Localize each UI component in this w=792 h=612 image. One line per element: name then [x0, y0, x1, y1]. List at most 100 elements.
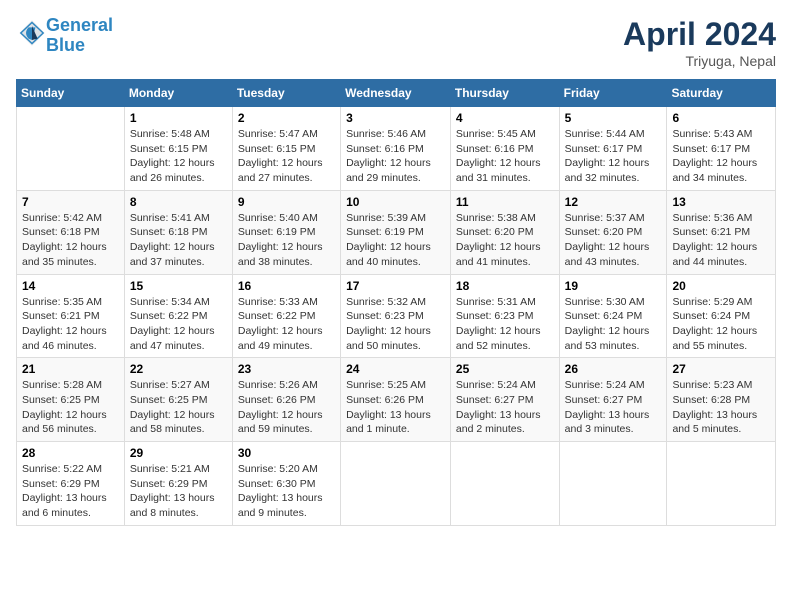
- calendar-cell: 23 Sunrise: 5:26 AM Sunset: 6:26 PM Dayli…: [232, 358, 340, 442]
- day-info: Sunrise: 5:41 AM Sunset: 6:18 PM Dayligh…: [130, 211, 227, 270]
- calendar-cell: [450, 442, 559, 526]
- day-number: 7: [22, 195, 119, 209]
- day-number: 30: [238, 446, 335, 460]
- calendar-cell: 8Sunrise: 5:41 AM Sunset: 6:18 PM Daylig…: [124, 190, 232, 274]
- calendar-cell: 28Sunrise: 5:22 AM Sunset: 6:29 PM Dayli…: [17, 442, 125, 526]
- day-info: Sunrise: 5:47 AM Sunset: 6:15 PM Dayligh…: [238, 127, 335, 186]
- day-number: 29: [130, 446, 227, 460]
- day-info: Sunrise: 5:32 AM Sunset: 6:23 PM Dayligh…: [346, 295, 445, 354]
- day-info: Sunrise: 5:43 AM Sunset: 6:17 PM Dayligh…: [672, 127, 770, 186]
- day-info: Sunrise: 5:38 AM Sunset: 6:20 PM Dayligh…: [456, 211, 554, 270]
- calendar-cell: 3 Sunrise: 5:46 AM Sunset: 6:16 PM Daylig…: [341, 107, 451, 191]
- calendar-week-row: 14 Sunrise: 5:35 AM Sunset: 6:21 PM Dayli…: [17, 274, 776, 358]
- day-info: Sunrise: 5:36 AM Sunset: 6:21 PM Dayligh…: [672, 211, 770, 270]
- calendar-cell: 9 Sunrise: 5:40 AM Sunset: 6:19 PM Daylig…: [232, 190, 340, 274]
- day-info: Sunrise: 5:33 AM Sunset: 6:22 PM Dayligh…: [238, 295, 335, 354]
- calendar-cell: 16 Sunrise: 5:33 AM Sunset: 6:22 PM Dayli…: [232, 274, 340, 358]
- calendar-cell: 27 Sunrise: 5:23 AM Sunset: 6:28 PM Dayli…: [667, 358, 776, 442]
- calendar-cell: 12 Sunrise: 5:37 AM Sunset: 6:20 PM Dayli…: [559, 190, 667, 274]
- day-number: 28: [22, 446, 119, 460]
- day-number: 9: [238, 195, 335, 209]
- weekday-header: Wednesday: [341, 80, 451, 107]
- day-info: Sunrise: 5:46 AM Sunset: 6:16 PM Dayligh…: [346, 127, 445, 186]
- day-info: Sunrise: 5:45 AM Sunset: 6:16 PM Dayligh…: [456, 127, 554, 186]
- day-number: 20: [672, 279, 770, 293]
- calendar-cell: 2 Sunrise: 5:47 AM Sunset: 6:15 PM Daylig…: [232, 107, 340, 191]
- logo-line1: General: [46, 15, 113, 35]
- day-number: 18: [456, 279, 554, 293]
- calendar-cell: [341, 442, 451, 526]
- calendar-cell: 19 Sunrise: 5:30 AM Sunset: 6:24 PM Dayli…: [559, 274, 667, 358]
- page-header: General Blue April 2024 Triyuga, Nepal: [16, 16, 776, 69]
- location-subtitle: Triyuga, Nepal: [623, 53, 776, 69]
- calendar-week-row: 28Sunrise: 5:22 AM Sunset: 6:29 PM Dayli…: [17, 442, 776, 526]
- day-number: 15: [130, 279, 227, 293]
- calendar-cell: 1 Sunrise: 5:48 AM Sunset: 6:15 PM Daylig…: [124, 107, 232, 191]
- day-info: Sunrise: 5:20 AM Sunset: 6:30 PM Dayligh…: [238, 462, 335, 521]
- day-info: Sunrise: 5:40 AM Sunset: 6:19 PM Dayligh…: [238, 211, 335, 270]
- day-number: 25: [456, 362, 554, 376]
- day-number: 12: [565, 195, 662, 209]
- day-number: 22: [130, 362, 227, 376]
- weekday-header: Thursday: [450, 80, 559, 107]
- calendar-header-row: SundayMondayTuesdayWednesdayThursdayFrid…: [17, 80, 776, 107]
- day-info: Sunrise: 5:30 AM Sunset: 6:24 PM Dayligh…: [565, 295, 662, 354]
- calendar-cell: 4Sunrise: 5:45 AM Sunset: 6:16 PM Daylig…: [450, 107, 559, 191]
- calendar-cell: 11 Sunrise: 5:38 AM Sunset: 6:20 PM Dayli…: [450, 190, 559, 274]
- day-info: Sunrise: 5:35 AM Sunset: 6:21 PM Dayligh…: [22, 295, 119, 354]
- day-info: Sunrise: 5:44 AM Sunset: 6:17 PM Dayligh…: [565, 127, 662, 186]
- day-number: 16: [238, 279, 335, 293]
- weekday-header: Tuesday: [232, 80, 340, 107]
- logo-text: General Blue: [46, 16, 113, 56]
- day-info: Sunrise: 5:25 AM Sunset: 6:26 PM Dayligh…: [346, 378, 445, 437]
- calendar-cell: 6 Sunrise: 5:43 AM Sunset: 6:17 PM Daylig…: [667, 107, 776, 191]
- calendar-cell: [667, 442, 776, 526]
- logo: General Blue: [16, 16, 113, 56]
- title-area: April 2024 Triyuga, Nepal: [623, 16, 776, 69]
- day-number: 19: [565, 279, 662, 293]
- day-number: 14: [22, 279, 119, 293]
- day-number: 21: [22, 362, 119, 376]
- day-number: 5: [565, 111, 662, 125]
- weekday-header: Monday: [124, 80, 232, 107]
- day-info: Sunrise: 5:34 AM Sunset: 6:22 PM Dayligh…: [130, 295, 227, 354]
- calendar-cell: 7Sunrise: 5:42 AM Sunset: 6:18 PM Daylig…: [17, 190, 125, 274]
- calendar-cell: [17, 107, 125, 191]
- day-number: 23: [238, 362, 335, 376]
- day-info: Sunrise: 5:24 AM Sunset: 6:27 PM Dayligh…: [456, 378, 554, 437]
- weekday-header: Saturday: [667, 80, 776, 107]
- day-info: Sunrise: 5:29 AM Sunset: 6:24 PM Dayligh…: [672, 295, 770, 354]
- day-number: 6: [672, 111, 770, 125]
- calendar-cell: 14 Sunrise: 5:35 AM Sunset: 6:21 PM Dayli…: [17, 274, 125, 358]
- calendar-cell: 15 Sunrise: 5:34 AM Sunset: 6:22 PM Dayli…: [124, 274, 232, 358]
- calendar-cell: 26Sunrise: 5:24 AM Sunset: 6:27 PM Dayli…: [559, 358, 667, 442]
- day-number: 10: [346, 195, 445, 209]
- day-info: Sunrise: 5:28 AM Sunset: 6:25 PM Dayligh…: [22, 378, 119, 437]
- calendar-cell: 29 Sunrise: 5:21 AM Sunset: 6:29 PM Dayli…: [124, 442, 232, 526]
- logo-icon: [18, 19, 46, 47]
- day-info: Sunrise: 5:48 AM Sunset: 6:15 PM Dayligh…: [130, 127, 227, 186]
- calendar-week-row: 21 Sunrise: 5:28 AM Sunset: 6:25 PM Dayli…: [17, 358, 776, 442]
- day-number: 24: [346, 362, 445, 376]
- day-number: 27: [672, 362, 770, 376]
- day-number: 2: [238, 111, 335, 125]
- calendar-cell: [559, 442, 667, 526]
- calendar-table: SundayMondayTuesdayWednesdayThursdayFrid…: [16, 79, 776, 526]
- day-info: Sunrise: 5:26 AM Sunset: 6:26 PM Dayligh…: [238, 378, 335, 437]
- day-info: Sunrise: 5:37 AM Sunset: 6:20 PM Dayligh…: [565, 211, 662, 270]
- calendar-week-row: 1 Sunrise: 5:48 AM Sunset: 6:15 PM Daylig…: [17, 107, 776, 191]
- day-number: 13: [672, 195, 770, 209]
- calendar-cell: 10Sunrise: 5:39 AM Sunset: 6:19 PM Dayli…: [341, 190, 451, 274]
- day-info: Sunrise: 5:21 AM Sunset: 6:29 PM Dayligh…: [130, 462, 227, 521]
- day-number: 3: [346, 111, 445, 125]
- calendar-cell: 24 Sunrise: 5:25 AM Sunset: 6:26 PM Dayli…: [341, 358, 451, 442]
- calendar-cell: 30 Sunrise: 5:20 AM Sunset: 6:30 PM Dayli…: [232, 442, 340, 526]
- day-number: 17: [346, 279, 445, 293]
- day-number: 1: [130, 111, 227, 125]
- day-number: 11: [456, 195, 554, 209]
- calendar-cell: 18Sunrise: 5:31 AM Sunset: 6:23 PM Dayli…: [450, 274, 559, 358]
- calendar-cell: 17 Sunrise: 5:32 AM Sunset: 6:23 PM Dayli…: [341, 274, 451, 358]
- day-number: 26: [565, 362, 662, 376]
- month-title: April 2024: [623, 16, 776, 53]
- day-info: Sunrise: 5:23 AM Sunset: 6:28 PM Dayligh…: [672, 378, 770, 437]
